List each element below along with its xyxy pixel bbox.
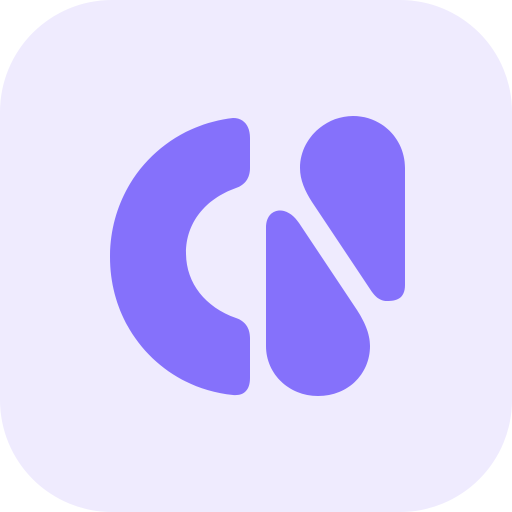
app-logo-icon xyxy=(0,0,512,512)
icon-background xyxy=(0,0,512,512)
app-icon xyxy=(0,0,512,512)
